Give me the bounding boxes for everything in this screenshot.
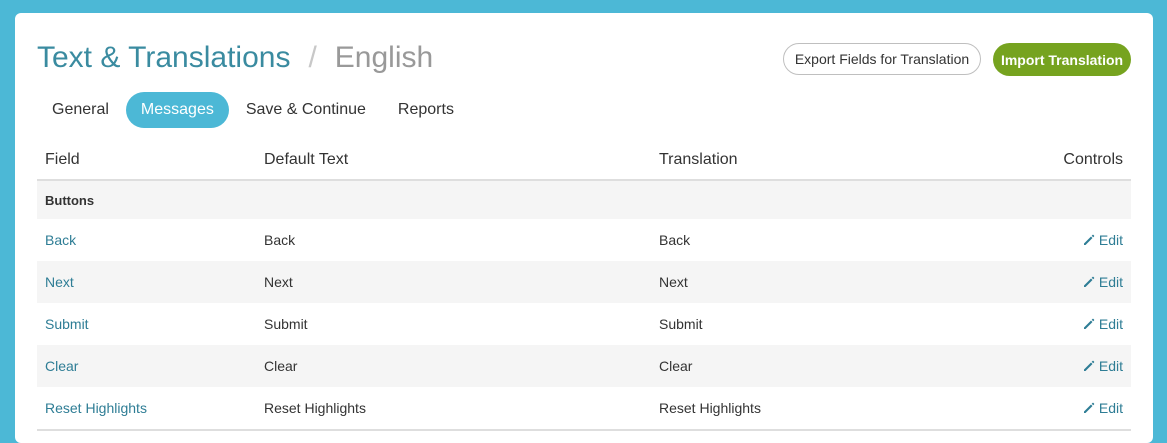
breadcrumb-title[interactable]: Text & Translations — [37, 41, 290, 75]
default-text-cell: Next — [264, 274, 293, 290]
table-row: Reset Highlights Reset Highlights Reset … — [37, 387, 1131, 429]
tab-bar: General Messages Save & Continue Reports — [37, 92, 471, 128]
edit-link[interactable]: Edit — [1083, 274, 1123, 290]
edit-label: Edit — [1098, 273, 1123, 290]
export-fields-button[interactable]: Export Fields for Translation — [783, 43, 981, 75]
pencil-icon — [1083, 360, 1095, 371]
edit-link[interactable]: Edit — [1083, 316, 1123, 332]
table-row: Clear Clear Clear Edit — [37, 345, 1131, 387]
page-title: Text & Translations / English — [37, 41, 433, 77]
pencil-icon — [1083, 402, 1095, 413]
table-row: Next Next Next Edit — [37, 261, 1131, 303]
default-text-cell: Submit — [264, 316, 308, 332]
column-header-translation: Translation — [659, 151, 738, 168]
default-text-cell: Clear — [264, 358, 298, 374]
edit-label: Edit — [1098, 315, 1123, 332]
translation-cell: Back — [659, 232, 691, 248]
import-translation-button[interactable]: Import Translation — [993, 43, 1131, 76]
tab-messages[interactable]: Messages — [125, 92, 229, 128]
field-link[interactable]: Reset Highlights — [45, 400, 147, 416]
translation-cell: Reset Highlights — [659, 400, 761, 416]
group-row-buttons: Buttons — [37, 181, 1131, 219]
table-bottom-border — [37, 429, 1131, 431]
pencil-icon — [1083, 318, 1095, 329]
field-link[interactable]: Next — [45, 274, 74, 290]
translations-card: Text & Translations / English Export Fie… — [15, 13, 1153, 443]
table-row: Back Back Back Edit — [37, 219, 1131, 261]
edit-link[interactable]: Edit — [1083, 232, 1123, 248]
edit-link[interactable]: Edit — [1083, 358, 1123, 374]
breadcrumb-language: English — [334, 41, 434, 74]
edit-label: Edit — [1098, 231, 1123, 248]
field-link[interactable]: Submit — [45, 316, 89, 332]
edit-label: Edit — [1098, 357, 1123, 374]
tab-reports[interactable]: Reports — [383, 92, 469, 128]
edit-link[interactable]: Edit — [1083, 400, 1123, 416]
tab-general[interactable]: General — [37, 92, 124, 128]
default-text-cell: Back — [264, 232, 296, 248]
translation-cell: Submit — [659, 316, 703, 332]
messages-table: Field Default Text Translation Controls … — [37, 141, 1131, 431]
column-header-field: Field — [45, 151, 80, 168]
column-header-default-text: Default Text — [264, 151, 349, 168]
table-header: Field Default Text Translation Controls — [37, 141, 1131, 181]
group-label: Buttons — [45, 192, 95, 208]
tab-save-continue[interactable]: Save & Continue — [231, 92, 381, 128]
edit-label: Edit — [1098, 399, 1123, 416]
breadcrumb-separator: / — [308, 41, 317, 74]
translation-cell: Clear — [659, 358, 693, 374]
field-link[interactable]: Back — [45, 232, 76, 248]
field-link[interactable]: Clear — [45, 358, 78, 374]
column-header-controls: Controls — [1063, 151, 1123, 168]
translation-cell: Next — [659, 274, 688, 290]
default-text-cell: Reset Highlights — [264, 400, 366, 416]
table-row: Submit Submit Submit Edit — [37, 303, 1131, 345]
pencil-icon — [1083, 276, 1095, 287]
pencil-icon — [1083, 234, 1095, 245]
